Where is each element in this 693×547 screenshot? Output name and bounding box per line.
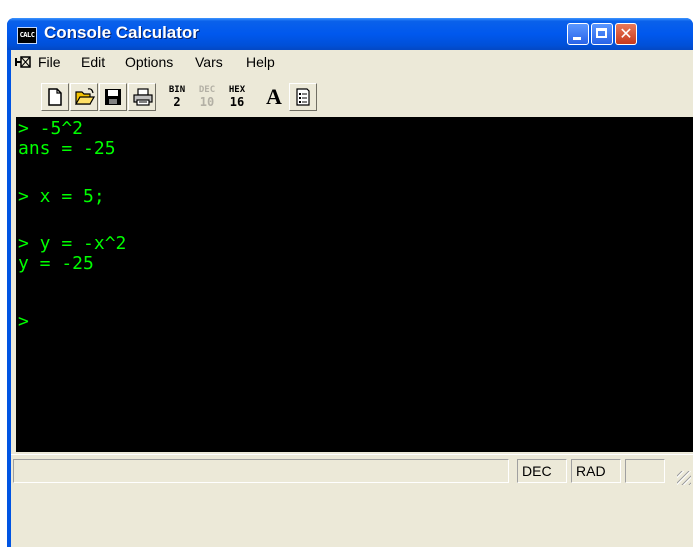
console-prompt[interactable]: > bbox=[18, 312, 29, 332]
close-button[interactable]: ✕ bbox=[615, 23, 637, 45]
list-button[interactable] bbox=[289, 83, 317, 111]
minimize-button[interactable] bbox=[567, 23, 589, 45]
new-button[interactable] bbox=[41, 83, 69, 111]
title-bar[interactable]: CALC Console Calculator ✕ bbox=[7, 18, 693, 50]
maximize-icon bbox=[596, 28, 607, 38]
print-button[interactable] bbox=[128, 83, 156, 111]
hex-top-label: HEX bbox=[228, 85, 246, 95]
status-message-pane bbox=[13, 459, 509, 483]
console-line: ans = -25 bbox=[18, 138, 116, 159]
open-button[interactable] bbox=[70, 83, 98, 111]
hex-bottom-label: 16 bbox=[229, 95, 245, 109]
hex-button[interactable]: HEX 16 bbox=[223, 85, 251, 109]
dec-bottom-label: 10 bbox=[199, 95, 215, 109]
menu-vars[interactable]: Vars bbox=[195, 54, 223, 70]
console-line: > x = 5; bbox=[18, 186, 105, 207]
status-mode-pane: DEC bbox=[517, 459, 567, 483]
status-extra-pane bbox=[625, 459, 665, 483]
maximize-button[interactable] bbox=[591, 23, 613, 45]
menu-options[interactable]: Options bbox=[125, 54, 173, 70]
calc-app-icon[interactable]: CALC bbox=[17, 27, 37, 44]
app-window: CALC Console Calculator ✕ File Edit Opti… bbox=[7, 18, 693, 547]
open-folder-icon bbox=[75, 88, 95, 105]
system-menu-icon[interactable] bbox=[14, 55, 32, 73]
bin-top-label: BIN bbox=[168, 85, 186, 95]
bin-button[interactable]: BIN 2 bbox=[163, 85, 191, 109]
close-icon: ✕ bbox=[619, 24, 633, 43]
console-line: > -5^2 bbox=[18, 118, 84, 139]
minimize-icon bbox=[573, 37, 581, 40]
status-angle-pane: RAD bbox=[571, 459, 621, 483]
menu-file[interactable]: File bbox=[38, 54, 61, 70]
dec-top-label: DEC bbox=[198, 85, 216, 95]
menu-bar: File Edit Options Vars Help bbox=[11, 50, 693, 76]
list-icon bbox=[296, 88, 310, 106]
client-area: File Edit Options Vars Help BIN 2 DEC 10… bbox=[11, 50, 693, 547]
bin-bottom-label: 2 bbox=[173, 95, 181, 109]
menu-help[interactable]: Help bbox=[246, 54, 275, 70]
status-bar: DEC RAD bbox=[11, 454, 693, 489]
console-line: > y = -x^2 bbox=[18, 233, 127, 254]
console-output[interactable]: > -5^2 ans = -25 > x = 5; > y = -x^2 y =… bbox=[16, 117, 693, 452]
console-line: y = -25 bbox=[18, 253, 94, 274]
printer-icon bbox=[133, 88, 153, 106]
save-button[interactable] bbox=[99, 83, 127, 111]
save-disk-icon bbox=[105, 89, 121, 105]
menu-edit[interactable]: Edit bbox=[81, 54, 105, 70]
toolbar: BIN 2 DEC 10 HEX 16 A bbox=[11, 77, 693, 117]
dec-button[interactable]: DEC 10 bbox=[193, 85, 221, 109]
new-document-icon bbox=[48, 88, 62, 106]
font-button[interactable]: A bbox=[260, 83, 288, 111]
window-title: Console Calculator bbox=[44, 23, 199, 42]
resize-grip[interactable] bbox=[677, 471, 691, 485]
